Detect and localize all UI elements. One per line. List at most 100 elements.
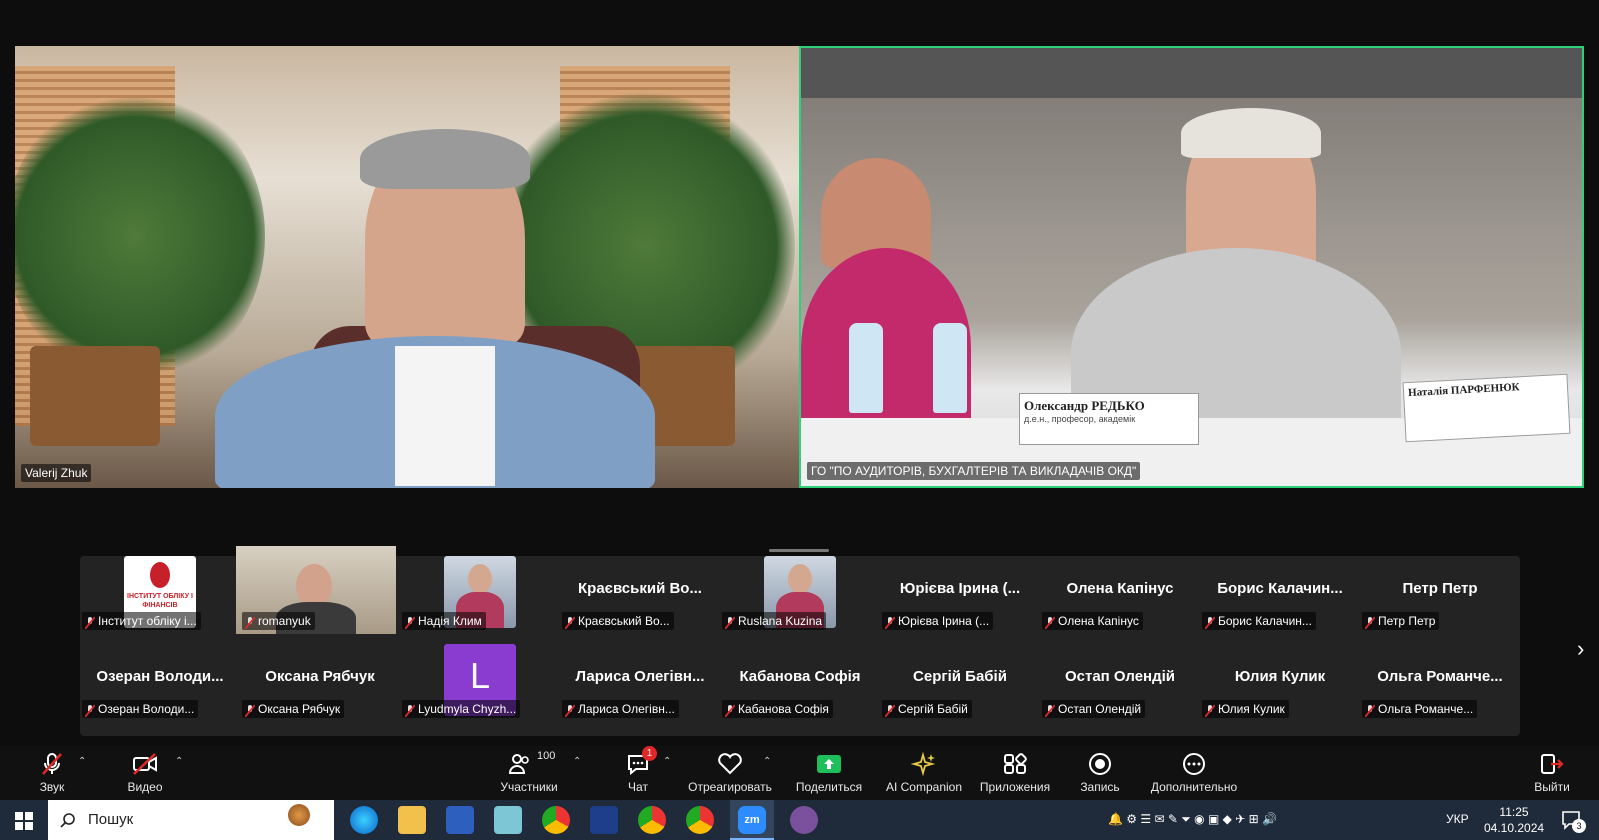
- participant-tile[interactable]: Кабанова Софія Кабанова Софія: [720, 634, 880, 722]
- participant-name-label: Lyudmyla Chyzh...: [402, 700, 521, 718]
- clock-date: 04.10.2024: [1484, 821, 1545, 835]
- language-indicator[interactable]: УКР: [1446, 812, 1469, 826]
- heart-icon: [718, 753, 742, 775]
- participant-tile[interactable]: Ruslana Kuzina: [720, 546, 880, 634]
- zoom-taskbar-active[interactable]: zm: [730, 800, 774, 840]
- participant-display-name: Сергій Бабій: [913, 668, 1007, 685]
- video-button[interactable]: Видео: [118, 752, 172, 794]
- flower-pot: [30, 346, 160, 446]
- camera-off-icon: [133, 753, 157, 775]
- participant-tile[interactable]: Надія Клим: [400, 546, 560, 634]
- microphone-muted-icon: [42, 753, 62, 775]
- curtain-top: [801, 48, 1582, 98]
- taskbar-search[interactable]: Пошук: [48, 800, 334, 840]
- notification-button[interactable]: 3: [1560, 809, 1586, 836]
- search-icon: [60, 813, 75, 828]
- chevron-up-icon[interactable]: ⌃: [763, 756, 771, 767]
- participant-shirt: [395, 346, 495, 486]
- participant-display-name: Юлия Кулик: [1234, 668, 1326, 685]
- participants-icon: [508, 754, 529, 774]
- participant-display-name: Петр Петр: [1402, 580, 1478, 597]
- participant-name-label: Борис Калачин...: [1202, 612, 1316, 630]
- name-card-title: Наталія ПАРФЕНЮК: [1407, 381, 1520, 400]
- participant-display-name: Борис Калачин...: [1217, 580, 1343, 597]
- apps-icon: [1004, 753, 1027, 774]
- name-card: Олександр РЕДЬКО д.е.н., професор, акаде…: [1019, 393, 1199, 445]
- notification-count: 3: [1572, 819, 1586, 833]
- participant-name-label: Оксана Рябчук: [242, 700, 345, 718]
- participant-display-name: Юрієва Ірина (...: [899, 580, 1021, 597]
- chrome-icon[interactable]: [638, 806, 666, 834]
- participant-tile[interactable]: Борис Калачин... Борис Калачин...: [1200, 546, 1360, 634]
- video-tile-active-speaker[interactable]: Олександр РЕДЬКО д.е.н., професор, акаде…: [799, 46, 1584, 488]
- more-label: Дополнительно: [1150, 780, 1238, 794]
- participant-display-name: Озеран Володи...: [96, 668, 224, 685]
- windows-start-icon[interactable]: [15, 812, 33, 830]
- apps-button[interactable]: Приложения: [978, 752, 1052, 794]
- react-button[interactable]: Отреагировать: [688, 752, 772, 794]
- leave-button[interactable]: Выйти: [1530, 752, 1574, 794]
- microphone-muted-icon: [1204, 616, 1216, 630]
- participant-tile[interactable]: Оксана Рябчук Оксана Рябчук: [240, 634, 400, 722]
- video-name-label: Valerij Zhuk: [21, 464, 92, 482]
- audio-button[interactable]: Звук: [30, 752, 74, 794]
- institute-logo-icon: [150, 562, 170, 588]
- video-tile-valerij-zhuk[interactable]: Valerij Zhuk: [15, 46, 799, 488]
- participant-tile[interactable]: Краєвський Во... Краєвський Во...: [560, 546, 720, 634]
- viber-icon[interactable]: [790, 806, 818, 834]
- chevron-up-icon[interactable]: ⌃: [175, 756, 183, 767]
- edge-icon[interactable]: [350, 806, 378, 834]
- participant-tile[interactable]: Сергій Бабій Сергій Бабій: [880, 634, 1040, 722]
- file-explorer-icon[interactable]: [398, 806, 426, 834]
- ai-companion-button[interactable]: AI Companion: [884, 752, 964, 794]
- participant-tile[interactable]: Юлия Кулик Юлия Кулик: [1200, 634, 1360, 722]
- participant-tile[interactable]: Остап Олендій Остап Олендій: [1040, 634, 1200, 722]
- participant-tile[interactable]: romanyuk: [236, 546, 400, 634]
- water-bottle: [933, 323, 967, 413]
- gallery-strip: ІНСТИТУТ ОБЛІКУ І ФІНАНСІВ Інститут облік…: [80, 546, 1520, 736]
- participant-display-name: Оксана Рябчук: [265, 668, 375, 685]
- record-button[interactable]: Запись: [1076, 752, 1124, 794]
- microphone-muted-icon: [244, 616, 256, 630]
- record-icon: [1089, 753, 1111, 775]
- participant-tile[interactable]: Озеран Володи... Озеран Володи...: [80, 634, 240, 722]
- participants-label: Участники: [500, 780, 558, 794]
- ai-companion-label: AI Companion: [885, 780, 963, 794]
- participant-name-label: Сергій Бабій: [882, 700, 972, 718]
- chat-button[interactable]: 1 Чат: [618, 746, 658, 794]
- leave-icon: [1541, 754, 1564, 774]
- chrome-icon[interactable]: [686, 806, 714, 834]
- participant-tile[interactable]: Ольга Романче... Ольга Романче...: [1360, 634, 1520, 722]
- participant-tile[interactable]: L Lyudmyla Chyzh...: [400, 634, 560, 722]
- share-button[interactable]: Поделиться: [795, 752, 863, 794]
- planet-icon: [288, 804, 310, 826]
- participants-button[interactable]: 100 Участники: [493, 750, 565, 794]
- logo-text: ІНСТИТУТ ОБЛІКУ І ФІНАНСІВ: [127, 593, 193, 609]
- participant-name-label: Ruslana Kuzina: [722, 612, 827, 630]
- app-icon[interactable]: [494, 806, 522, 834]
- chevron-right-icon[interactable]: ›: [1577, 636, 1584, 662]
- participant-tile[interactable]: ІНСТИТУТ ОБЛІКУ І ФІНАНСІВ Інститут облік…: [80, 546, 240, 634]
- floppy-save-icon[interactable]: [446, 806, 474, 834]
- webex-icon[interactable]: [590, 806, 618, 834]
- participant-tile[interactable]: Олена Капінус Олена Капінус: [1040, 546, 1200, 634]
- microphone-muted-icon: [84, 704, 96, 718]
- participant-tile[interactable]: Лариса Олегівн... Лариса Олегівн...: [560, 634, 720, 722]
- participant-name-label: Лариса Олегівн...: [562, 700, 679, 718]
- leave-label: Выйти: [1534, 780, 1570, 794]
- name-card-subtitle: д.е.н., професор, академік: [1024, 414, 1136, 424]
- zoom-icon: zm: [738, 806, 766, 834]
- chrome-icon[interactable]: [542, 806, 570, 834]
- tray-icons[interactable]: 🔔 ⚙ ☰ ✉ ✎ ⏷ ◉ ▣ ◆ ✈ ⊞ 🔊: [1108, 812, 1277, 827]
- more-icon: [1183, 753, 1205, 775]
- participant-name-label: Краєвський Во...: [562, 612, 674, 630]
- chevron-up-icon[interactable]: ⌃: [573, 756, 581, 767]
- more-button[interactable]: Дополнительно: [1146, 752, 1242, 794]
- chevron-up-icon[interactable]: ⌃: [78, 756, 86, 767]
- participant-tile[interactable]: Юрієва Ірина (... Юрієва Ірина (...: [880, 546, 1040, 634]
- chat-badge: 1: [642, 746, 657, 761]
- clock[interactable]: 11:25 04.10.2024: [1484, 804, 1544, 836]
- chevron-up-icon[interactable]: ⌃: [663, 756, 671, 767]
- participant-tile[interactable]: Петр Петр Петр Петр: [1360, 546, 1520, 634]
- sparkle-icon: [911, 752, 936, 776]
